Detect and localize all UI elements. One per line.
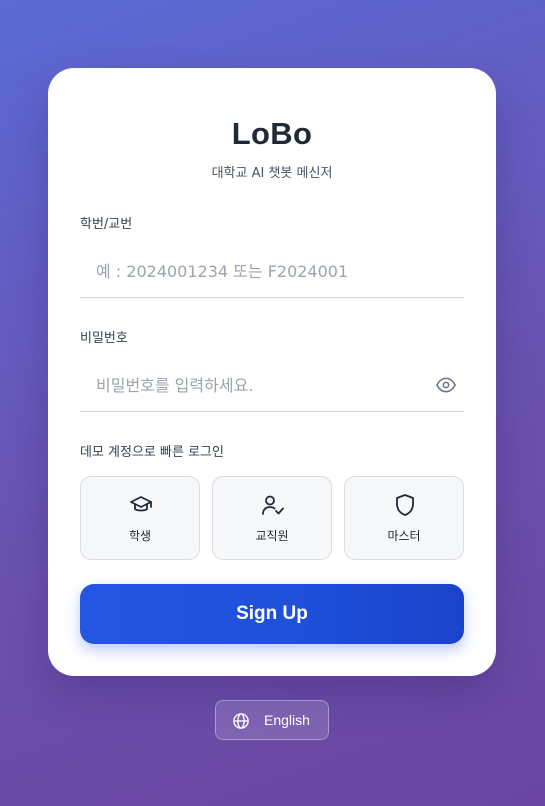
password-label: 비밀번호 [80, 331, 128, 346]
password-field-wrapper [80, 360, 464, 412]
eye-icon[interactable] [436, 377, 456, 393]
sign-up-button[interactable]: Sign Up [80, 584, 464, 644]
id-field-wrapper [80, 246, 464, 298]
globe-icon [233, 713, 249, 729]
shield-icon [396, 494, 414, 516]
password-input[interactable] [80, 360, 464, 411]
demo-student-button[interactable]: 학생 [80, 476, 200, 560]
language-toggle-button[interactable]: English [215, 700, 329, 740]
graduation-cap-icon [130, 496, 152, 512]
demo-staff-label: 교직원 [255, 529, 289, 543]
app-subtitle: 대학교 AI 챗봇 메신저 [211, 166, 333, 181]
login-card: LoBo 대학교 AI 챗봇 메신저 학번/교번 비밀번호 데모 계정으로 빠른… [48, 68, 496, 676]
demo-master-label: 마스터 [387, 529, 421, 543]
id-label: 학번/교번 [80, 217, 133, 232]
user-check-icon [262, 495, 284, 515]
demo-student-label: 학생 [128, 529, 152, 543]
id-input[interactable] [80, 246, 464, 297]
demo-buttons: 학생 교직원 마스터 [80, 476, 464, 560]
language-label: English [264, 712, 310, 728]
demo-label: 데모 계정으로 빠른 로그인 [80, 445, 224, 460]
demo-master-button[interactable]: 마스터 [344, 476, 464, 560]
app-title: LoBo [231, 116, 313, 151]
demo-staff-button[interactable]: 교직원 [212, 476, 332, 560]
